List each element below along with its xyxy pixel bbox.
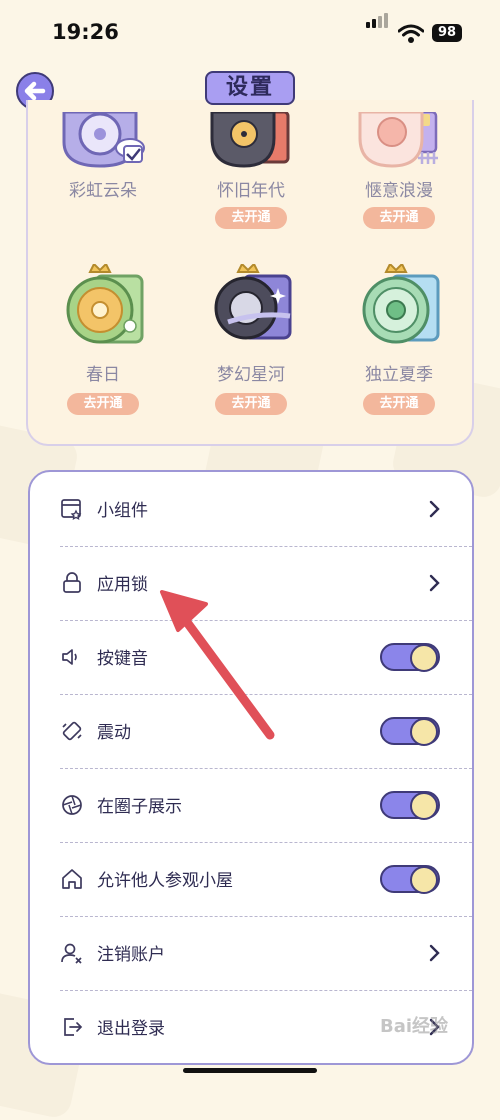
theme-activate-button[interactable]: 去开通 bbox=[215, 207, 287, 229]
theme-name: 春日 bbox=[86, 365, 120, 385]
theme-name: 独立夏季 bbox=[365, 365, 433, 385]
setting-label: 小组件 bbox=[97, 501, 148, 521]
theme-activate-button[interactable]: 去开通 bbox=[215, 393, 287, 415]
setting-row-show-in-circle[interactable]: 在圈子展示 bbox=[30, 768, 472, 842]
chevron-right-icon[interactable] bbox=[424, 573, 444, 593]
summer-theme-icon bbox=[362, 264, 440, 344]
theme-card[interactable]: 梦幻星河 去开通 bbox=[186, 260, 316, 420]
settings-list: 小组件 应用锁 按键音 震动 在圈子展示 允许他人参观小屋 注销账户 退出登录 bbox=[28, 470, 474, 1065]
romantic-theme-icon bbox=[358, 112, 438, 168]
home-indicator[interactable] bbox=[183, 1068, 317, 1073]
widget-icon bbox=[61, 499, 82, 521]
speaker-icon bbox=[62, 649, 77, 665]
setting-label: 注销账户 bbox=[97, 945, 165, 965]
logout-icon bbox=[64, 1018, 83, 1036]
theme-name: 惬意浪漫 bbox=[365, 181, 433, 201]
toggle-knob bbox=[410, 792, 438, 820]
setting-row-vibration[interactable]: 震动 bbox=[30, 694, 472, 768]
setting-label: 退出登录 bbox=[97, 1019, 165, 1039]
theme-activate-button[interactable]: 去开通 bbox=[363, 393, 435, 415]
watermark: Bai经验 bbox=[380, 1016, 449, 1037]
chevron-right-icon[interactable] bbox=[424, 499, 444, 519]
dream-galaxy-theme-icon bbox=[214, 264, 292, 340]
theme-card[interactable]: 惬意浪漫 去开通 bbox=[334, 100, 464, 230]
lock-icon bbox=[63, 572, 81, 593]
theme-card[interactable]: 独立夏季 去开通 bbox=[334, 260, 464, 420]
battery-indicator: 98 bbox=[432, 24, 462, 42]
spring-theme-icon bbox=[66, 264, 144, 344]
setting-row-delete-account[interactable]: 注销账户 bbox=[30, 916, 472, 990]
theme-activate-button[interactable]: 去开通 bbox=[363, 207, 435, 229]
house-icon bbox=[62, 869, 82, 889]
toggle-knob bbox=[410, 866, 438, 894]
setting-label: 按键音 bbox=[97, 649, 148, 669]
toggle-knob bbox=[410, 644, 438, 672]
wifi-icon bbox=[398, 24, 424, 43]
show-in-circle-toggle[interactable] bbox=[380, 791, 440, 820]
setting-row-allow-visit[interactable]: 允许他人参观小屋 bbox=[30, 842, 472, 916]
key-sound-toggle[interactable] bbox=[380, 643, 440, 672]
theme-name: 彩虹云朵 bbox=[69, 181, 137, 201]
setting-row-widget[interactable]: 小组件 bbox=[30, 472, 472, 546]
circle-aperture-icon bbox=[62, 795, 82, 815]
page-title: 设置 bbox=[205, 71, 295, 105]
chevron-right-icon[interactable] bbox=[424, 943, 444, 963]
setting-label: 在圈子展示 bbox=[97, 797, 182, 817]
toggle-knob bbox=[410, 718, 438, 746]
setting-row-key-sound[interactable]: 按键音 bbox=[30, 620, 472, 694]
theme-card[interactable]: 怀旧年代 去开通 bbox=[186, 100, 316, 230]
theme-card[interactable]: 春日 去开通 bbox=[38, 260, 168, 420]
theme-name: 怀旧年代 bbox=[217, 181, 285, 201]
status-bar: 19:26 98 bbox=[0, 0, 500, 64]
setting-label: 震动 bbox=[97, 723, 131, 743]
status-time: 19:26 bbox=[52, 20, 119, 44]
theme-name: 梦幻星河 bbox=[217, 365, 285, 385]
user-remove-icon bbox=[61, 943, 82, 964]
setting-label: 应用锁 bbox=[97, 575, 148, 595]
rainbow-cloud-theme-icon bbox=[62, 112, 145, 168]
setting-label: 允许他人参观小屋 bbox=[97, 871, 233, 891]
vibration-toggle[interactable] bbox=[380, 717, 440, 746]
theme-grid: 彩虹云朵 怀旧年代 去开通 惬意浪漫 去开通 春日 去开通 梦幻星河 去开通 独… bbox=[26, 100, 474, 446]
allow-visit-toggle[interactable] bbox=[380, 865, 440, 894]
vibration-icon bbox=[62, 721, 82, 741]
theme-activate-button[interactable]: 去开通 bbox=[67, 393, 139, 415]
theme-card[interactable]: 彩虹云朵 bbox=[38, 100, 168, 230]
setting-row-app-lock[interactable]: 应用锁 bbox=[30, 546, 472, 620]
vintage-record-theme-icon bbox=[210, 112, 290, 168]
